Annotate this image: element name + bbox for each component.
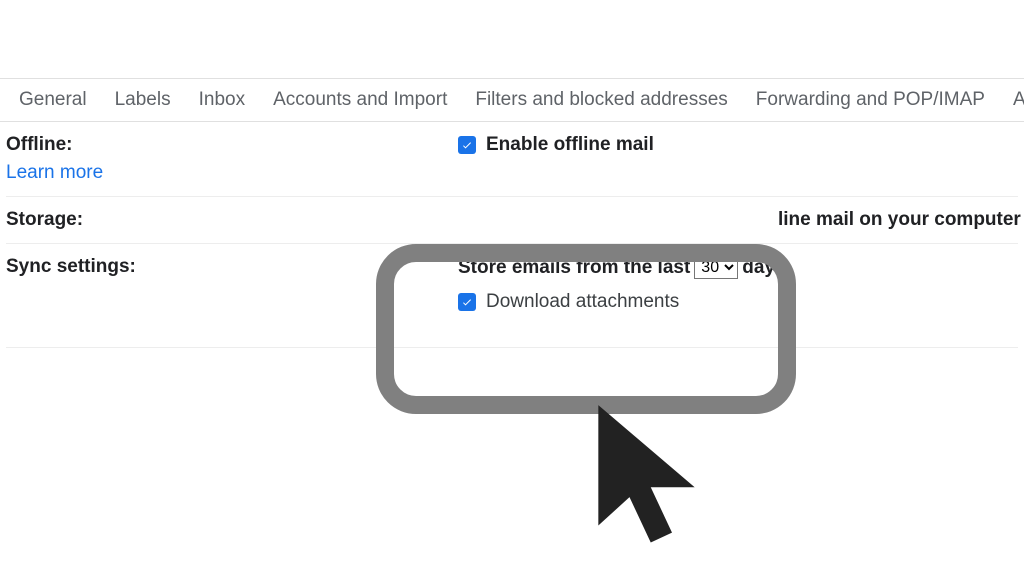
enable-offline-label: Enable offline mail [486,134,654,156]
settings-tabs: General Labels Inbox Accounts and Import… [0,78,1024,122]
tab-labels[interactable]: Labels [101,79,185,121]
settings-body: Offline: Learn more Enable offline mail … [0,122,1024,348]
row-sync-settings: Sync settings: Store emails from the las… [6,244,1018,348]
offline-content: Enable offline mail [458,134,1018,156]
checkmark-icon [461,296,473,308]
row-offline: Offline: Learn more Enable offline mail [6,122,1018,197]
storage-label: Storage: [6,209,458,231]
top-blank-area [0,0,1024,78]
store-emails-prefix: Store emails from the last [458,257,690,279]
sync-label: Sync settings: [6,256,458,278]
checkmark-icon [461,139,473,151]
tab-forwarding-pop-imap[interactable]: Forwarding and POP/IMAP [742,79,999,121]
cursor-icon [580,398,730,568]
storage-text-fragment: line mail on your computer [458,209,1021,231]
cursor-arrow-illustration [580,398,730,573]
enable-offline-row: Enable offline mail [458,134,1018,156]
store-emails-suffix: days. [742,257,791,279]
offline-label-block: Offline: Learn more [6,134,458,184]
tab-accounts-import[interactable]: Accounts and Import [259,79,461,121]
enable-offline-checkbox[interactable] [458,136,476,154]
download-attachments-row: Download attachments [458,291,1018,313]
tab-more-cut[interactable]: A [999,79,1024,121]
download-attachments-label: Download attachments [486,291,679,313]
tab-filters-blocked[interactable]: Filters and blocked addresses [461,79,741,121]
storage-content: line mail on your computer [458,209,1021,231]
store-emails-line: Store emails from the last 30 days. [458,256,1018,279]
offline-label: Offline: [6,134,73,155]
days-select[interactable]: 30 [694,256,738,279]
download-attachments-checkbox[interactable] [458,293,476,311]
tab-inbox[interactable]: Inbox [185,79,259,121]
row-storage: Storage: line mail on your computer [6,197,1018,244]
tab-general[interactable]: General [5,79,101,121]
sync-content: Store emails from the last 30 days. Down… [458,256,1018,313]
offline-learn-more-link[interactable]: Learn more [6,162,458,184]
